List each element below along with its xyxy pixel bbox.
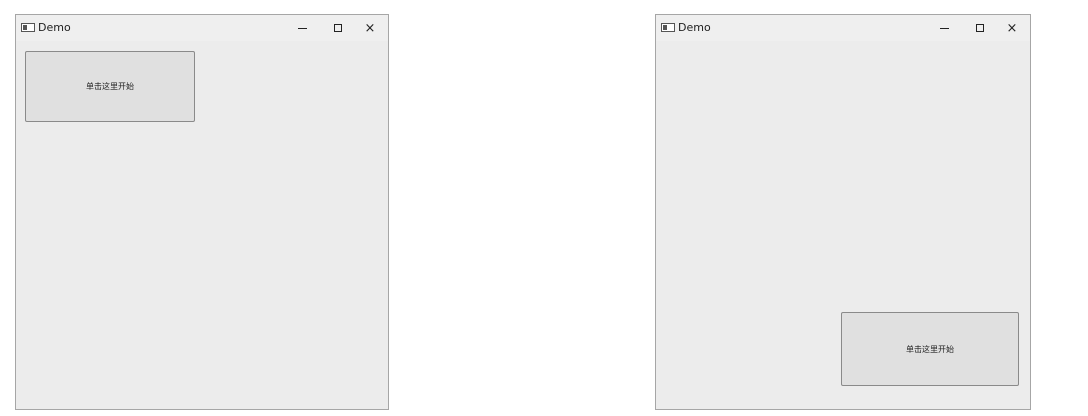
maximize-button[interactable] xyxy=(966,17,994,39)
window-title: Demo xyxy=(678,21,711,34)
maximize-icon xyxy=(976,24,984,32)
close-icon: × xyxy=(1006,20,1018,36)
close-button[interactable]: × xyxy=(998,17,1026,39)
maximize-icon xyxy=(334,24,342,32)
app-window-icon xyxy=(21,23,35,32)
start-button[interactable]: 单击这里开始 xyxy=(25,51,195,122)
app-window-icon xyxy=(661,23,675,32)
demo-window-right: Demo × 单击这里开始 xyxy=(655,14,1031,410)
title-bar[interactable]: Demo × xyxy=(16,15,388,41)
screenshot-page: Demo × 单击这里开始 Demo × 单击这里开始 xyxy=(0,0,1088,416)
minimize-button[interactable] xyxy=(930,17,958,39)
window-title: Demo xyxy=(38,21,71,34)
minimize-icon xyxy=(297,27,307,29)
close-icon: × xyxy=(364,20,376,36)
start-button[interactable]: 单击这里开始 xyxy=(841,312,1019,386)
maximize-button[interactable] xyxy=(324,17,352,39)
title-bar[interactable]: Demo × xyxy=(656,15,1030,41)
minimize-icon xyxy=(939,27,949,29)
close-button[interactable]: × xyxy=(356,17,384,39)
demo-window-left: Demo × 单击这里开始 xyxy=(15,14,389,410)
minimize-button[interactable] xyxy=(288,17,316,39)
